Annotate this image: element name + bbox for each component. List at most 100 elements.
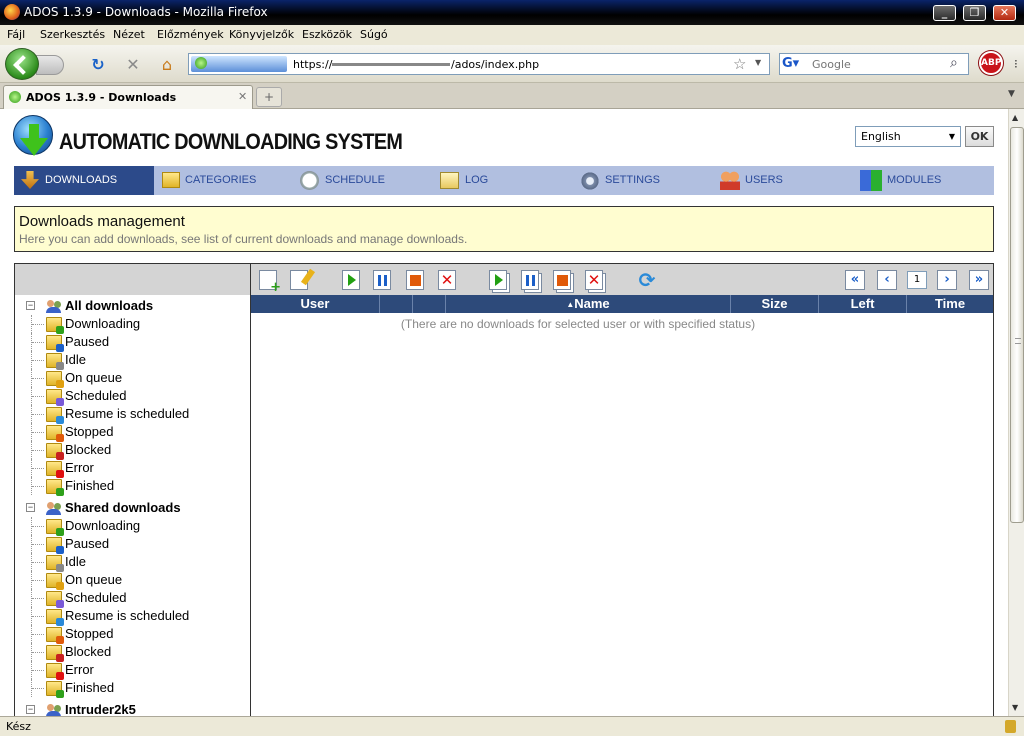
column-name[interactable]: ▲Name xyxy=(446,295,731,313)
scroll-down-icon[interactable]: ▼ xyxy=(1012,703,1018,712)
search-input[interactable] xyxy=(812,56,942,72)
tree-item[interactable]: On queue xyxy=(15,571,250,590)
bookmark-star-icon[interactable]: ☆ xyxy=(733,55,746,73)
nav-downloads[interactable]: DOWNLOADS xyxy=(14,166,154,195)
add-download-icon[interactable]: + xyxy=(259,270,281,294)
tab-ados-downloads[interactable]: ADOS 1.3.9 - Downloads ✕ xyxy=(3,85,253,109)
collapse-icon[interactable]: − xyxy=(26,503,35,512)
menu-view[interactable]: Nézet xyxy=(113,28,145,41)
back-button[interactable] xyxy=(5,48,39,80)
tree-item[interactable]: Resume is scheduled xyxy=(15,607,250,626)
tree-item[interactable]: Resume is scheduled xyxy=(15,405,250,424)
language-select[interactable]: English ▼ xyxy=(855,126,961,147)
tree-item[interactable]: Downloading xyxy=(15,315,250,334)
scrollbar-thumb[interactable] xyxy=(1010,127,1024,523)
tree-item[interactable]: Downloading xyxy=(15,517,250,536)
nav-categories[interactable]: CATEGORIES xyxy=(160,166,290,195)
delete-download-icon[interactable]: ✕ xyxy=(438,270,456,290)
start-all-icon[interactable] xyxy=(489,270,507,290)
lock-icon[interactable] xyxy=(1005,720,1016,733)
column-blank-2[interactable] xyxy=(413,295,446,313)
tree-item-label: Downloading xyxy=(65,518,141,533)
refresh-icon[interactable]: ⟳ xyxy=(635,270,659,290)
tree-item[interactable]: Scheduled xyxy=(15,387,250,406)
nav-users[interactable]: USERS xyxy=(720,166,850,195)
edit-download-icon[interactable] xyxy=(290,268,316,290)
column-size[interactable]: Size xyxy=(731,295,819,313)
next-page-icon[interactable]: › xyxy=(937,270,957,290)
tree-item-label: Paused xyxy=(65,334,110,349)
nav-settings[interactable]: SETTINGS xyxy=(580,166,710,195)
tree-item[interactable]: Paused xyxy=(15,535,250,554)
collapse-icon[interactable]: − xyxy=(26,301,35,310)
pause-all-icon[interactable] xyxy=(521,270,539,290)
search-bar[interactable]: G▾ ⌕ xyxy=(779,53,969,75)
new-tab-button[interactable]: + xyxy=(256,87,282,107)
nav-modules[interactable]: MODULES xyxy=(860,166,990,195)
tree-item[interactable]: On queue xyxy=(15,369,250,388)
chevron-down-icon[interactable]: ▼ xyxy=(755,58,761,67)
tree-item[interactable]: Blocked xyxy=(15,441,250,460)
collapse-icon[interactable]: − xyxy=(26,705,35,714)
tree-item[interactable]: Blocked xyxy=(15,643,250,662)
menu-history[interactable]: Előzmények xyxy=(157,28,224,41)
tree-item[interactable]: Idle xyxy=(15,351,250,370)
tree-item[interactable]: Stopped xyxy=(15,423,250,442)
tree-item[interactable]: Scheduled xyxy=(15,589,250,608)
forward-button[interactable] xyxy=(36,55,64,75)
tree-item[interactable]: Error xyxy=(15,459,250,478)
nav-schedule-label: SCHEDULE xyxy=(325,174,385,186)
tree-item[interactable]: Finished xyxy=(15,679,250,698)
first-page-icon[interactable]: « xyxy=(845,270,865,290)
column-left[interactable]: Left xyxy=(819,295,907,313)
minimize-button[interactable]: _ xyxy=(933,5,956,21)
stop-download-icon[interactable] xyxy=(406,270,424,290)
status-folder-icon xyxy=(46,407,64,424)
close-button[interactable]: ✕ xyxy=(993,5,1016,21)
page-number-input[interactable]: 1 xyxy=(907,271,927,289)
language-ok-button[interactable]: OK xyxy=(965,126,994,147)
page-scrollbar[interactable]: ▲ ▼ xyxy=(1008,109,1024,716)
previous-page-icon[interactable]: ‹ xyxy=(877,270,897,290)
last-page-icon[interactable]: » xyxy=(969,270,989,290)
nav-schedule[interactable]: SCHEDULE xyxy=(300,166,430,195)
reload-icon[interactable]: ↻ xyxy=(89,56,107,74)
column-blank-1[interactable] xyxy=(380,295,413,313)
menu-help[interactable]: Súgó xyxy=(360,28,388,41)
google-engine-icon[interactable]: G▾ xyxy=(782,56,810,72)
column-user[interactable]: User xyxy=(251,295,380,313)
home-icon[interactable]: ⌂ xyxy=(158,56,176,74)
stop-icon[interactable]: ✕ xyxy=(124,56,142,74)
adblock-icon[interactable]: ABP xyxy=(979,51,1003,75)
start-download-icon[interactable] xyxy=(342,270,360,290)
maximize-button[interactable]: ❐ xyxy=(963,5,986,21)
tree-item[interactable]: Idle xyxy=(15,553,250,572)
tree-group[interactable]: − Shared downloads xyxy=(15,499,250,517)
tree-item[interactable]: Error xyxy=(15,661,250,680)
tab-close-icon[interactable]: ✕ xyxy=(238,90,247,103)
tree-item[interactable]: Finished xyxy=(15,477,250,496)
column-time[interactable]: Time xyxy=(907,295,993,313)
tree-group[interactable]: − All downloads xyxy=(15,297,250,315)
tab-list-icon[interactable]: ▼ xyxy=(1008,89,1015,99)
download-arrow-icon xyxy=(21,171,39,189)
tree-group[interactable]: − Intruder2k5 xyxy=(15,701,250,716)
search-icon[interactable]: ⌕ xyxy=(950,55,958,71)
menu-edit[interactable]: Szerkesztés xyxy=(40,28,105,41)
chevron-down-icon: ▼ xyxy=(948,132,955,141)
tree-item[interactable]: Stopped xyxy=(15,625,250,644)
tree-item-label: Blocked xyxy=(65,644,112,659)
info-heading: Downloads management xyxy=(19,213,185,230)
nav-log[interactable]: LOG xyxy=(440,166,570,195)
menu-bookmarks[interactable]: Könyvjelzők xyxy=(229,28,294,41)
tree-group-label: Intruder2k5 xyxy=(65,702,136,716)
toolbar-overflow-icon[interactable]: ⁝ xyxy=(1014,57,1018,71)
tree-item[interactable]: Paused xyxy=(15,333,250,352)
address-bar[interactable]: https:// /ados/index.php ☆ ▼ xyxy=(188,53,770,75)
stop-all-icon[interactable] xyxy=(553,270,571,290)
pause-download-icon[interactable] xyxy=(373,270,391,290)
menu-tools[interactable]: Eszközök xyxy=(302,28,352,41)
menu-file[interactable]: Fájl xyxy=(7,28,25,41)
scroll-up-icon[interactable]: ▲ xyxy=(1012,113,1018,122)
delete-all-icon[interactable]: ✕ xyxy=(585,270,603,290)
